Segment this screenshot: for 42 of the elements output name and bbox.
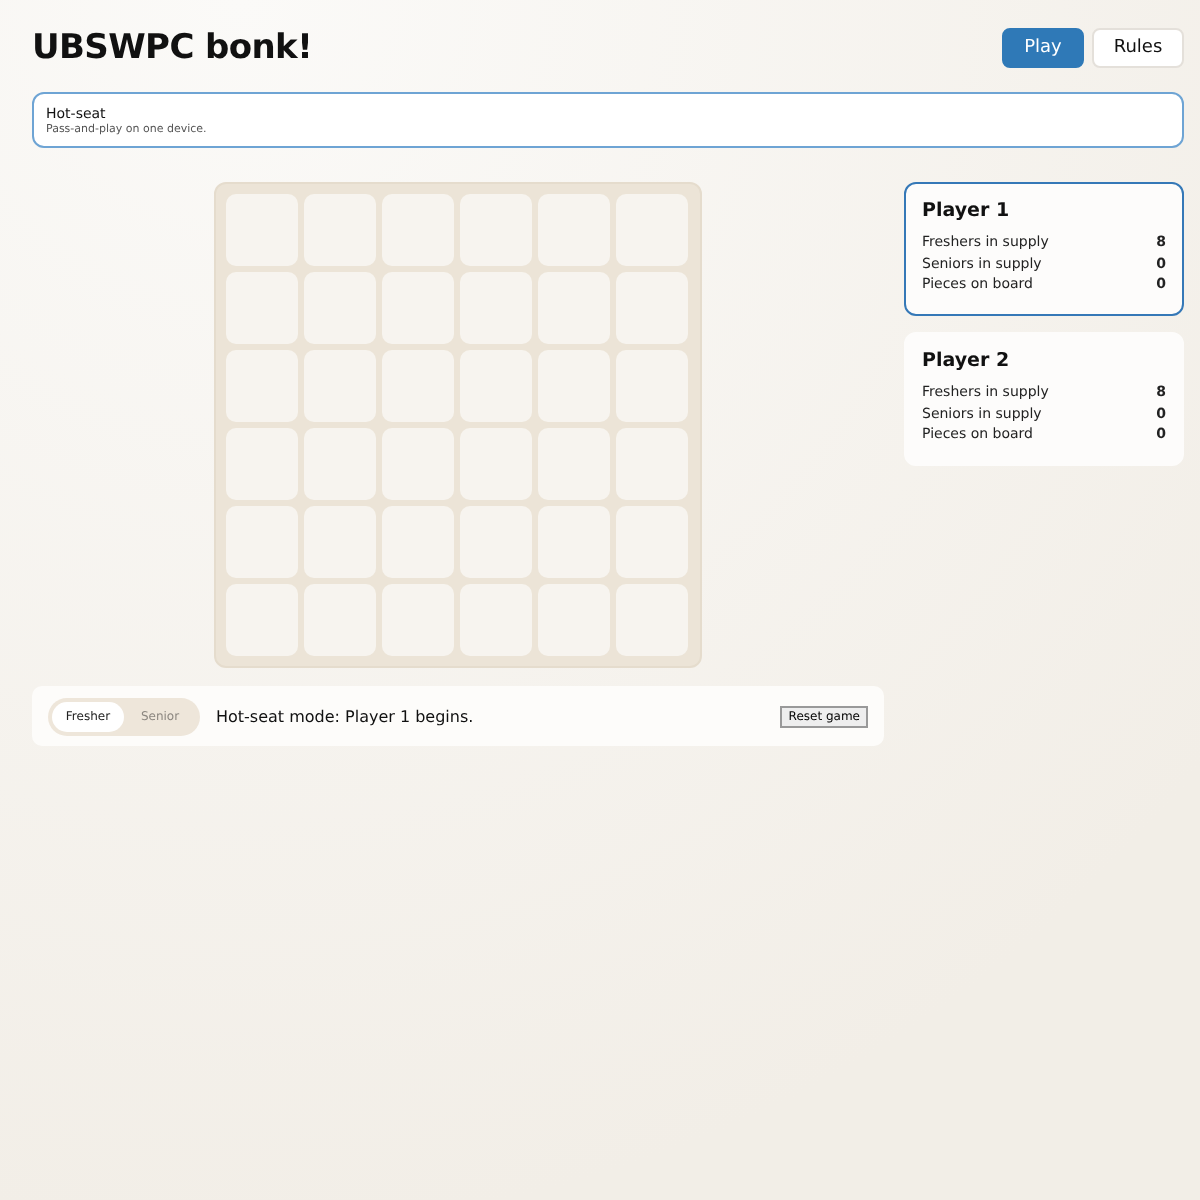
player-name: Player 2 (922, 350, 1012, 372)
board-cell[interactable] (225, 194, 297, 266)
board-cell[interactable] (303, 350, 375, 422)
board-cell[interactable] (537, 350, 609, 422)
status-text: Hot-seat mode: Player 1 begins. (216, 707, 476, 725)
board-cell[interactable] (459, 506, 531, 578)
nav-tab[interactable]: Play (1002, 28, 1084, 68)
board-cell[interactable] (225, 584, 297, 656)
board-cell[interactable] (537, 428, 609, 500)
board-cell[interactable] (381, 350, 453, 422)
board-cell[interactable] (381, 506, 453, 578)
board-cell[interactable] (615, 506, 687, 578)
board-cell[interactable] (303, 584, 375, 656)
board-cell[interactable] (615, 194, 687, 266)
board-cell[interactable] (615, 272, 687, 344)
nav-tab[interactable]: Rules (1092, 28, 1184, 68)
board-cell[interactable] (615, 584, 687, 656)
board-cell[interactable] (303, 272, 375, 344)
board-cell[interactable] (381, 272, 453, 344)
board-cell[interactable] (225, 428, 297, 500)
board-cell[interactable] (225, 506, 297, 578)
board-cell[interactable] (459, 272, 531, 344)
board-cell[interactable] (381, 428, 453, 500)
board-cell[interactable] (537, 272, 609, 344)
player-name: Player 1 (922, 200, 1012, 222)
board-cell[interactable] (459, 194, 531, 266)
board-cell[interactable] (225, 350, 297, 422)
board-cell[interactable] (615, 350, 687, 422)
board-cell[interactable] (537, 506, 609, 578)
board-cell[interactable] (537, 584, 609, 656)
board-cell[interactable] (303, 506, 375, 578)
board-cell[interactable] (303, 428, 375, 500)
board-cell[interactable] (459, 350, 531, 422)
board-cell[interactable] (225, 272, 297, 344)
app-title: UBSWPC bonk! (32, 28, 313, 68)
board-cell[interactable] (459, 584, 531, 656)
board-cell[interactable] (615, 428, 687, 500)
board-cell[interactable] (381, 194, 453, 266)
board-cell[interactable] (459, 428, 531, 500)
board-cell[interactable] (537, 194, 609, 266)
board-cell[interactable] (303, 194, 375, 266)
board-cell[interactable] (381, 584, 453, 656)
